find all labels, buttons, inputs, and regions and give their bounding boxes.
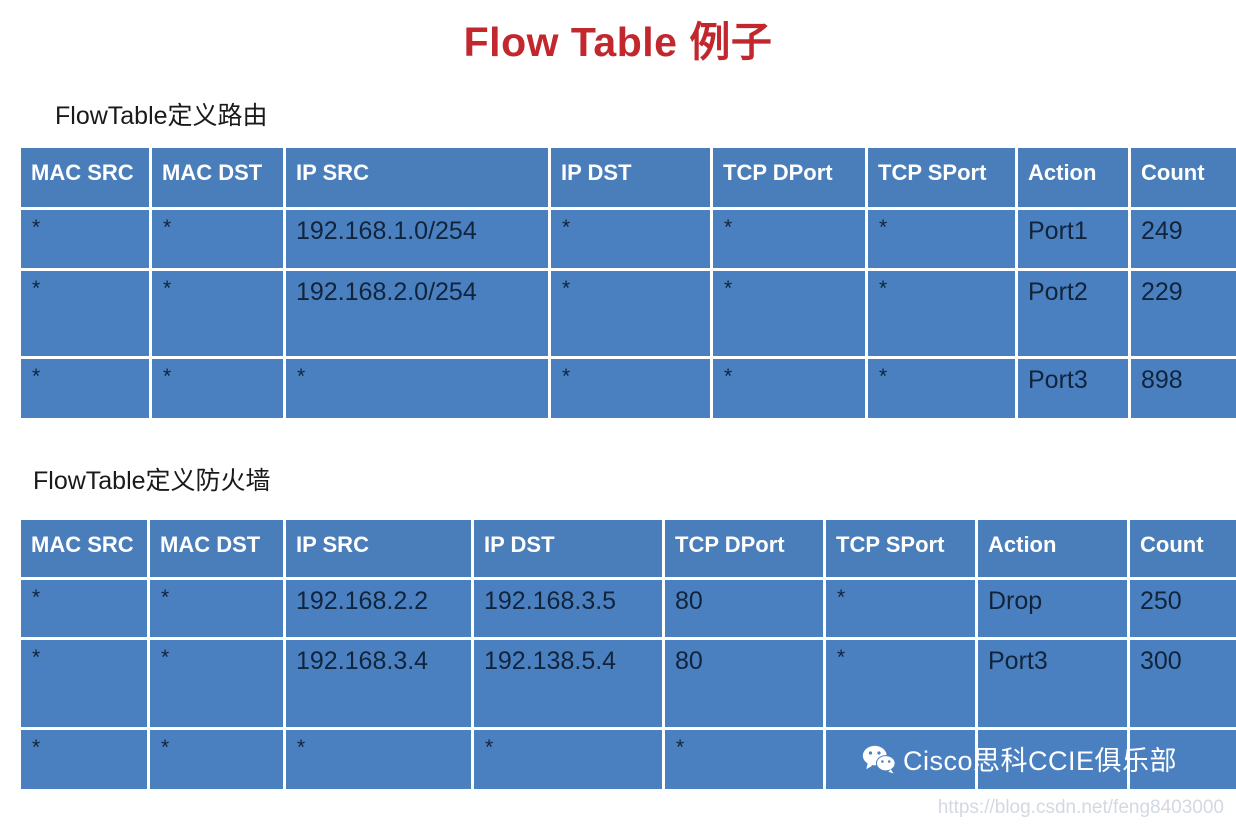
cell-ip-src: 192.168.2.0/254 [286,271,551,359]
column-header-mac-src: MAC SRC [21,148,152,210]
column-header-tcp-dport: TCP DPort [713,148,868,210]
column-header-count: Count [1130,520,1236,580]
cell-tcp-dport: 80 [665,580,826,640]
column-header-count: Count [1131,148,1236,210]
cell-count: 300 [1130,640,1236,730]
column-header-action: Action [978,520,1130,580]
cell-mac-src: * [21,580,150,640]
firewall-flow-table: MAC SRC MAC DST IP SRC IP DST TCP DPort … [21,520,1236,789]
routing-table-caption: FlowTable定义路由 [55,102,268,130]
column-header-ip-src: IP SRC [286,148,551,210]
table-header-row: MAC SRC MAC DST IP SRC IP DST TCP DPort … [21,148,1236,210]
column-header-mac-src: MAC SRC [21,520,150,580]
column-header-ip-src: IP SRC [286,520,474,580]
cell-count: 898 [1131,359,1236,418]
column-header-tcp-sport: TCP SPort [826,520,978,580]
table-row: * * 192.168.2.2 192.168.3.5 80 * Drop 25… [21,580,1236,640]
cell-ip-src: * [286,359,551,418]
csdn-url-watermark: https://blog.csdn.net/feng8403000 [937,797,1224,818]
cell-ip-src: 192.168.2.2 [286,580,474,640]
cell-mac-dst: * [152,359,286,418]
cell-tcp-sport: * [826,640,978,730]
cell-tcp-dport: * [665,730,826,789]
cell-ip-dst: 192.168.3.5 [474,580,665,640]
cell-ip-src: 192.168.3.4 [286,640,474,730]
cell-tcp-dport: * [713,271,868,359]
cell-tcp-sport: * [868,359,1018,418]
cell-action [978,730,1130,789]
cell-mac-dst: * [150,640,286,730]
column-header-action: Action [1018,148,1131,210]
cell-ip-src: 192.168.1.0/254 [286,210,551,271]
cell-action: Port3 [978,640,1130,730]
table-row: * * * * * [21,730,1236,789]
column-header-mac-dst: MAC DST [152,148,286,210]
routing-flow-table: MAC SRC MAC DST IP SRC IP DST TCP DPort … [21,148,1236,418]
cell-mac-src: * [21,271,152,359]
cell-action: Drop [978,580,1130,640]
cell-tcp-dport: * [713,359,868,418]
cell-mac-dst: * [152,210,286,271]
cell-count: 249 [1131,210,1236,271]
cell-ip-dst: * [551,271,713,359]
column-header-tcp-dport: TCP DPort [665,520,826,580]
cell-count [1130,730,1236,789]
firewall-table-caption: FlowTable定义防火墙 [33,467,271,495]
column-header-ip-dst: IP DST [551,148,713,210]
cell-ip-dst: * [551,359,713,418]
cell-tcp-dport: 80 [665,640,826,730]
cell-mac-src: * [21,730,150,789]
cell-tcp-sport: * [826,580,978,640]
column-header-mac-dst: MAC DST [150,520,286,580]
cell-tcp-sport: * [868,271,1018,359]
cell-count: 250 [1130,580,1236,640]
cell-action: Port3 [1018,359,1131,418]
cell-ip-dst: * [474,730,665,789]
cell-mac-src: * [21,210,152,271]
cell-mac-src: * [21,359,152,418]
table-header-row: MAC SRC MAC DST IP SRC IP DST TCP DPort … [21,520,1236,580]
cell-action: Port1 [1018,210,1131,271]
column-header-ip-dst: IP DST [474,520,665,580]
cell-action: Port2 [1018,271,1131,359]
cell-mac-dst: * [150,580,286,640]
table-row: * * 192.168.1.0/254 * * * Port1 249 [21,210,1236,271]
cell-mac-src: * [21,640,150,730]
cell-tcp-sport [826,730,978,789]
cell-tcp-sport: * [868,210,1018,271]
cell-count: 229 [1131,271,1236,359]
cell-ip-src: * [286,730,474,789]
cell-tcp-dport: * [713,210,868,271]
cell-mac-dst: * [150,730,286,789]
table-row: * * 192.168.2.0/254 * * * Port2 229 [21,271,1236,359]
column-header-tcp-sport: TCP SPort [868,148,1018,210]
table-row: * * 192.168.3.4 192.138.5.4 80 * Port3 3… [21,640,1236,730]
cell-ip-dst: 192.138.5.4 [474,640,665,730]
cell-mac-dst: * [152,271,286,359]
cell-ip-dst: * [551,210,713,271]
page-title: Flow Table 例子 [463,19,773,65]
table-row: * * * * * * Port3 898 [21,359,1236,418]
